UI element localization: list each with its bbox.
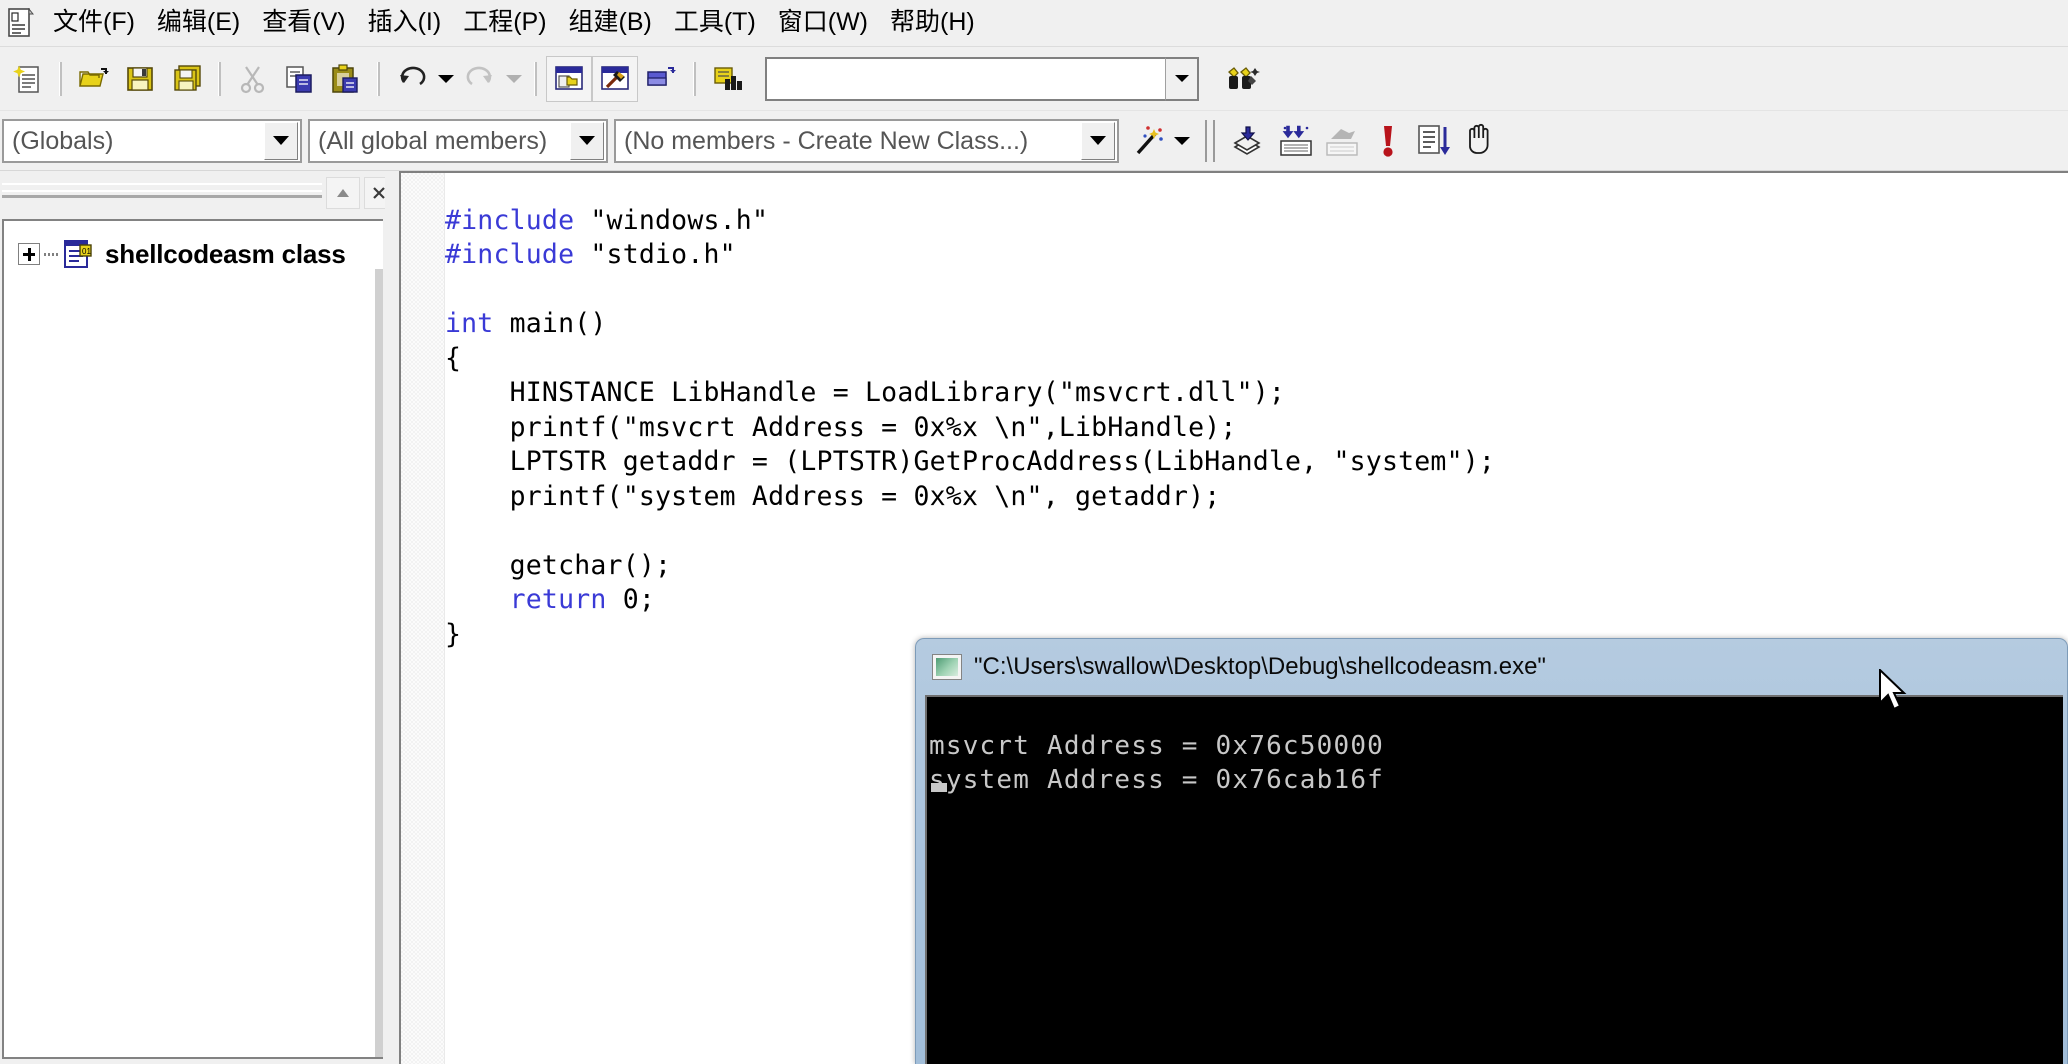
- menu-insert[interactable]: 插入(I): [357, 7, 453, 39]
- copy-icon[interactable]: [276, 56, 322, 102]
- console-window[interactable]: "C:\Users\swallow\Desktop\Debug\shellcod…: [915, 638, 2068, 1064]
- class-combo[interactable]: (Globals): [2, 118, 302, 163]
- console-output-area[interactable]: msvcrt Address = 0x76c50000 system Addre…: [925, 695, 2063, 1064]
- code-keyword: return: [509, 584, 607, 615]
- toolbar-separator: [59, 61, 62, 96]
- standard-toolbar: [0, 47, 2068, 111]
- workspace-window-icon[interactable]: [546, 55, 592, 102]
- filter-combo-value: (All global members): [318, 126, 548, 155]
- build-icon[interactable]: [1273, 118, 1319, 164]
- editor-source-code[interactable]: #include "windows.h" #include "stdio.h" …: [445, 204, 1495, 653]
- menu-project[interactable]: 工程(P): [452, 7, 557, 39]
- member-combo[interactable]: (No members - Create New Class...): [614, 118, 1119, 163]
- execute-icon[interactable]: [1365, 118, 1411, 164]
- menu-bar: 文件(F) 编辑(E) 查看(V) 插入(I) 工程(P) 组建(B) 工具(T…: [0, 0, 2068, 47]
- code-text: "stdio.h": [590, 239, 736, 270]
- go-icon[interactable]: [1411, 118, 1457, 164]
- member-combo-value: (No members - Create New Class...): [624, 126, 1029, 155]
- panel-gripper[interactable]: [2, 183, 322, 198]
- find-binoculars-icon[interactable]: [1221, 56, 1267, 102]
- class-view-icon: 01: [63, 239, 95, 269]
- menu-window[interactable]: 窗口(W): [767, 7, 879, 39]
- stop-build-icon[interactable]: [1319, 118, 1365, 164]
- console-app-icon: [932, 654, 962, 680]
- properties-window-icon[interactable]: [638, 56, 684, 102]
- undo-icon[interactable]: [389, 56, 435, 102]
- wizard-dropdown-chevron-down-icon[interactable]: [1171, 118, 1193, 164]
- code-keyword: #include: [445, 204, 575, 236]
- code-text: "windows.h": [590, 204, 769, 236]
- menu-edit[interactable]: 编辑(E): [146, 7, 251, 39]
- menu-tools[interactable]: 工具(T): [663, 7, 767, 39]
- minimize-icon[interactable]: [326, 177, 360, 209]
- menu-help[interactable]: 帮助(H): [879, 7, 986, 39]
- app-document-icon[interactable]: [8, 8, 34, 38]
- editor-selection-margin[interactable]: [401, 173, 445, 1064]
- console-title-text: "C:\Users\swallow\Desktop\Debug\shellcod…: [974, 653, 1546, 680]
- save-icon[interactable]: [117, 56, 163, 102]
- workspace-caption-bar: [0, 171, 394, 217]
- code-keyword: int: [445, 308, 494, 339]
- filter-combo-chevron-down-icon[interactable]: [570, 121, 604, 160]
- new-file-icon[interactable]: [4, 56, 50, 102]
- class-combo-chevron-down-icon[interactable]: [264, 121, 298, 160]
- cut-icon[interactable]: [230, 56, 276, 102]
- svg-text:01: 01: [82, 247, 91, 256]
- toolbar-separator: [1205, 119, 1215, 162]
- wizardbar-toolbar: (Globals) (All global members) (No membe…: [0, 111, 2068, 171]
- toolbar-separator: [218, 61, 221, 96]
- toolbar-separator: [534, 61, 537, 96]
- member-combo-chevron-down-icon[interactable]: [1081, 121, 1115, 160]
- open-folder-icon[interactable]: [71, 56, 117, 102]
- expand-plus-icon[interactable]: [18, 243, 40, 265]
- paste-icon[interactable]: [322, 56, 368, 102]
- code-keyword: #include: [445, 239, 575, 270]
- menu-view[interactable]: 查看(V): [251, 7, 356, 39]
- find-in-files-icon[interactable]: [705, 56, 751, 102]
- magic-wand-icon[interactable]: [1125, 118, 1171, 164]
- application-window: 文件(F) 编辑(E) 查看(V) 插入(I) 工程(P) 组建(B) 工具(T…: [0, 0, 2068, 1064]
- code-text: main() { HINSTANCE LibHandle = LoadLibra…: [445, 308, 1496, 581]
- class-view-tree[interactable]: 01 shellcodeasm class: [2, 219, 383, 1059]
- class-combo-value: (Globals): [12, 126, 114, 155]
- workspace-panel: 01 shellcodeasm class: [0, 171, 394, 1064]
- filter-combo[interactable]: (All global members): [308, 118, 608, 163]
- redo-dropdown-chevron-down-icon[interactable]: [503, 56, 525, 102]
- console-output-text: msvcrt Address = 0x76c50000 system Addre…: [929, 731, 1385, 795]
- tree-connector: [44, 252, 60, 256]
- find-dropdown-chevron-down-icon[interactable]: [1165, 56, 1199, 101]
- menu-build[interactable]: 组建(B): [558, 7, 663, 39]
- output-window-icon[interactable]: [592, 55, 638, 102]
- find-input[interactable]: [765, 56, 1165, 101]
- tree-item-shellcodeasm-classes[interactable]: 01 shellcodeasm class: [4, 233, 383, 275]
- toolbar-separator: [693, 61, 696, 96]
- toolbar-separator: [377, 61, 380, 96]
- console-caret: [931, 783, 947, 792]
- console-titlebar[interactable]: "C:\Users\swallow\Desktop\Debug\shellcod…: [916, 639, 2067, 695]
- tree-item-label: shellcodeasm class: [105, 238, 346, 269]
- insert-breakpoint-icon[interactable]: [1457, 118, 1503, 164]
- save-all-icon[interactable]: [163, 56, 209, 102]
- menu-file[interactable]: 文件(F): [42, 7, 146, 39]
- undo-dropdown-chevron-down-icon[interactable]: [435, 56, 457, 102]
- workspace-scrollbar-vertical[interactable]: [375, 269, 383, 1057]
- redo-icon[interactable]: [457, 56, 503, 102]
- compile-icon[interactable]: [1227, 118, 1273, 164]
